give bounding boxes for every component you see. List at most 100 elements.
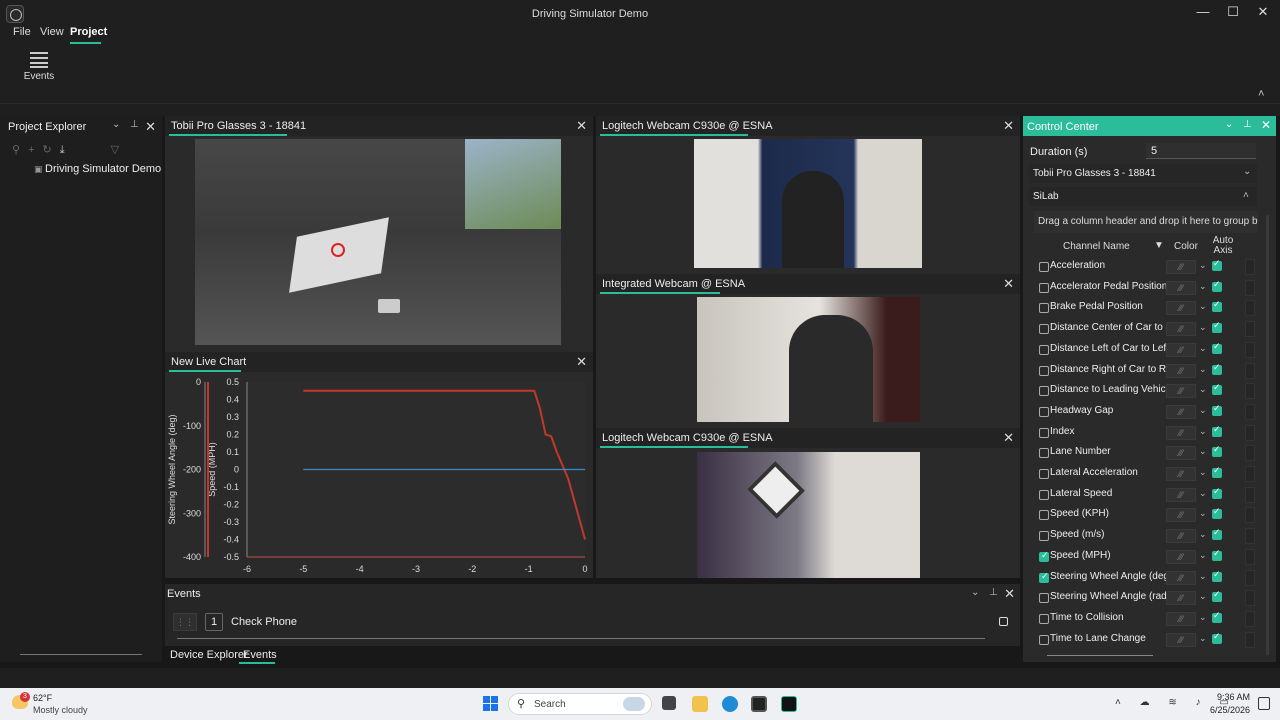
auto-axis-checkbox[interactable] (1212, 320, 1222, 334)
chevron-down-icon[interactable]: ⌄ (1199, 405, 1207, 416)
chevron-down-icon[interactable]: ⌄ (1199, 281, 1207, 292)
channel-row[interactable]: Lateral Speed ⁄⁄⁄ ⌄ (1037, 486, 1257, 506)
line-style-icon[interactable]: ⁄⁄⁄ (1166, 570, 1196, 585)
project-explorer-close-icon[interactable]: ✕ (145, 119, 156, 135)
add-icon[interactable]: + (28, 144, 42, 156)
taskbar-search-input[interactable]: ⚲ Search (508, 693, 652, 715)
device-expander[interactable]: Tobii Pro Glasses 3 - 18841 ⌄ (1029, 164, 1257, 183)
pin-icon[interactable]: ⊥ (130, 119, 139, 130)
logitech2-close-icon[interactable]: ✕ (1003, 430, 1014, 446)
col-color[interactable]: Color (1174, 241, 1198, 252)
channel-checkbox[interactable] (1039, 262, 1049, 272)
chevron-down-icon[interactable]: ⌄ (1199, 343, 1207, 354)
tree-icon[interactable]: ⚲ (12, 144, 28, 156)
chevron-down-icon[interactable]: ⌄ (1199, 508, 1207, 519)
channel-checkbox[interactable] (1039, 303, 1049, 314)
channel-row[interactable]: Distance to Leading Vehicle ⁄⁄⁄ ⌄ (1037, 382, 1257, 402)
chevron-down-icon[interactable]: ⌄ (1199, 529, 1207, 540)
channel-row[interactable]: Speed (MPH) ⁄⁄⁄⌄ (1037, 548, 1257, 568)
refresh-icon[interactable]: ↻ (43, 144, 60, 156)
scroll-indicator[interactable] (20, 654, 142, 655)
channel-checkbox[interactable] (1039, 448, 1049, 459)
line-style-icon[interactable]: ⁄⁄⁄ (1166, 363, 1196, 378)
channel-row[interactable]: Index ⁄⁄⁄ ⌄ (1037, 424, 1257, 444)
channel-checkbox[interactable] (1039, 427, 1049, 438)
event-handle-icon[interactable]: ⋮⋮ (173, 613, 197, 631)
weather-desc[interactable]: Mostly cloudy (33, 705, 88, 715)
auto-axis-checkbox[interactable] (1212, 589, 1222, 603)
line-style-icon[interactable]: ⁄⁄⁄ (1166, 260, 1196, 274)
line-style-icon[interactable]: ⁄⁄⁄ (1166, 549, 1196, 564)
channel-row[interactable]: Speed (KPH) ⁄⁄⁄ ⌄ (1037, 506, 1257, 526)
row-action-button[interactable] (1245, 610, 1255, 627)
col-channel-name[interactable]: Channel Name (1063, 241, 1130, 252)
chevron-down-icon[interactable]: ⌄ (1199, 571, 1207, 582)
integrated-close-icon[interactable]: ✕ (1003, 276, 1014, 292)
channel-row[interactable]: Accelerator Pedal Position ⁄⁄⁄ ⌄ (1037, 279, 1257, 299)
line-style-icon[interactable]: ⁄⁄⁄ (1166, 280, 1196, 295)
channel-checkbox[interactable] (1039, 550, 1049, 562)
channel-checkbox[interactable] (1039, 531, 1049, 542)
row-action-button[interactable] (1245, 259, 1255, 275)
chevron-down-icon[interactable]: ⌄ (1199, 550, 1207, 561)
channel-row[interactable]: Brake Pedal Position ⁄⁄⁄ ⌄ (1037, 299, 1257, 319)
auto-axis-checkbox[interactable] (1212, 299, 1222, 313)
row-action-button[interactable] (1245, 279, 1255, 296)
line-style-icon[interactable]: ⁄⁄⁄ (1166, 404, 1196, 419)
row-action-button[interactable] (1245, 631, 1255, 648)
line-style-icon[interactable]: ⁄⁄⁄ (1166, 384, 1196, 399)
menu-view[interactable]: View (40, 26, 64, 38)
row-action-button[interactable] (1245, 507, 1255, 524)
channel-checkbox[interactable] (1039, 634, 1049, 645)
auto-axis-checkbox[interactable] (1212, 610, 1222, 623)
line-style-icon[interactable]: ⁄⁄⁄ (1166, 487, 1196, 502)
pin-icon[interactable]: ⊥ (1243, 119, 1252, 130)
file-explorer-icon[interactable] (692, 696, 708, 712)
channel-checkbox[interactable] (1039, 344, 1049, 355)
auto-axis-checkbox[interactable] (1212, 486, 1222, 499)
notification-icon[interactable] (1258, 697, 1270, 710)
minimize-button[interactable]: — (1188, 2, 1218, 22)
collapse-ribbon-icon[interactable]: ˄ (1258, 88, 1264, 100)
tobii-close-icon[interactable]: ✕ (576, 118, 587, 134)
row-action-button[interactable] (1245, 424, 1255, 441)
row-action-button[interactable] (1245, 362, 1255, 379)
row-action-button[interactable] (1245, 445, 1255, 462)
auto-axis-checkbox[interactable] (1212, 569, 1222, 582)
pin-icon[interactable]: ⊥ (989, 587, 998, 598)
events-scrollbar[interactable] (177, 638, 985, 639)
logitech1-close-icon[interactable]: ✕ (1003, 118, 1014, 134)
line-style-icon[interactable]: ⁄⁄⁄ (1166, 322, 1196, 337)
control-center-close-icon[interactable]: ✕ (1261, 118, 1271, 132)
chevron-down-icon[interactable]: ⌄ (1199, 301, 1207, 312)
row-action-button[interactable] (1245, 321, 1255, 338)
channel-row[interactable]: Lateral Acceleration ⁄⁄⁄ ⌄ (1037, 465, 1257, 485)
auto-axis-checkbox[interactable] (1212, 403, 1222, 416)
chevron-down-icon[interactable]: ⌄ (1199, 591, 1207, 602)
live-chart[interactable]: 0 -100 -200 -300 -400 0.5 0.4 0.3 0.2 0.1 0 -0.1 -0.… (165, 372, 593, 578)
line-style-icon[interactable]: ⁄⁄⁄ (1166, 632, 1196, 647)
auto-axis-checkbox[interactable] (1212, 341, 1222, 354)
app-taskbar-icon[interactable] (751, 696, 767, 712)
auto-axis-checkbox[interactable] (1212, 424, 1222, 437)
channel-checkbox[interactable] (1039, 510, 1049, 521)
auto-axis-checkbox[interactable] (1212, 362, 1222, 375)
channel-checkbox[interactable] (1039, 324, 1049, 335)
event-window-icon[interactable] (999, 617, 1008, 626)
auto-axis-checkbox[interactable] (1212, 279, 1222, 292)
channel-checkbox[interactable] (1039, 489, 1049, 500)
channel-row[interactable]: Lane Number ⁄⁄⁄ ⌄ (1037, 444, 1257, 464)
channel-row[interactable]: Speed (m/s) ⁄⁄⁄ ⌄ (1037, 527, 1257, 547)
auto-axis-checkbox[interactable] (1212, 258, 1222, 271)
chevron-down-icon[interactable]: ⌄ (112, 119, 120, 130)
line-style-icon[interactable]: ⁄⁄⁄ (1166, 342, 1196, 357)
channel-checkbox[interactable] (1039, 469, 1049, 479)
row-action-button[interactable] (1245, 569, 1255, 586)
tab-events[interactable]: Events (243, 649, 277, 661)
menu-project[interactable]: Project (70, 26, 107, 38)
edge-browser-icon[interactable] (722, 696, 738, 712)
start-icon[interactable] (483, 696, 499, 712)
chevron-down-icon[interactable]: ⌄ (1199, 633, 1207, 644)
chevron-down-icon[interactable]: ⌄ (1199, 322, 1207, 333)
channel-checkbox[interactable] (1039, 613, 1049, 624)
